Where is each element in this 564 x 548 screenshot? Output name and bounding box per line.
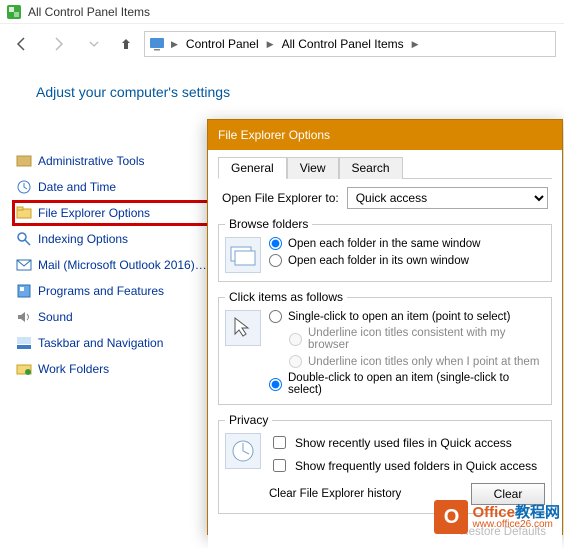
own-window-label: Open each folder in its own window: [288, 255, 469, 267]
own-window-radio[interactable]: [269, 254, 282, 267]
open-explorer-to-select[interactable]: Quick access: [347, 187, 548, 209]
cp-item-programs-features[interactable]: Programs and Features: [12, 278, 212, 304]
clock-icon: [16, 179, 32, 195]
window-title: All Control Panel Items: [28, 5, 150, 19]
folder-window-icon: [225, 237, 261, 273]
browse-folders-group: Browse folders Open each folder in the s…: [218, 217, 552, 282]
control-panel-small-icon: [149, 36, 165, 52]
cp-item-sound[interactable]: Sound: [12, 304, 212, 330]
window-titlebar: All Control Panel Items: [0, 0, 564, 24]
cp-item-label: Date and Time: [38, 180, 116, 194]
tab-view[interactable]: View: [287, 157, 339, 179]
underline-browser-radio: [289, 333, 302, 346]
click-items-legend: Click items as follows: [225, 290, 347, 304]
cp-item-label: Taskbar and Navigation: [38, 336, 163, 350]
control-panel-items-list: Administrative Tools Date and Time File …: [12, 148, 212, 382]
breadcrumb-control-panel[interactable]: Control Panel: [184, 37, 261, 51]
underline-point-label: Underline icon titles only when I point …: [308, 356, 539, 368]
cp-item-label: Mail (Microsoft Outlook 2016) (3: [38, 258, 208, 272]
cp-item-indexing-options[interactable]: Indexing Options: [12, 226, 212, 252]
cp-item-administrative-tools[interactable]: Administrative Tools: [12, 148, 212, 174]
frequent-folders-checkbox[interactable]: [273, 459, 286, 472]
up-button[interactable]: [116, 34, 136, 54]
cp-item-label: Indexing Options: [38, 232, 128, 246]
underline-point-radio: [289, 355, 302, 368]
recent-files-checkbox[interactable]: [273, 436, 286, 449]
chevron-right-icon[interactable]: ▶: [410, 39, 421, 50]
tab-search[interactable]: Search: [339, 157, 403, 179]
cp-item-date-time[interactable]: Date and Time: [12, 174, 212, 200]
navigation-bar: ▶ Control Panel ▶ All Control Panel Item…: [0, 24, 564, 64]
same-window-radio[interactable]: [269, 237, 282, 250]
clear-history-label: Clear File Explorer history: [269, 488, 461, 500]
chevron-right-icon[interactable]: ▶: [169, 39, 180, 50]
frequent-folders-label: Show frequently used folders in Quick ac…: [295, 459, 537, 473]
click-items-group: Click items as follows Single-click to o…: [218, 290, 552, 405]
search-icon: [16, 231, 32, 247]
chevron-right-icon[interactable]: ▶: [265, 39, 276, 50]
cp-item-label: Administrative Tools: [38, 154, 145, 168]
single-click-label: Single-click to open an item (point to s…: [288, 311, 510, 323]
open-explorer-to-label: Open File Explorer to:: [222, 191, 339, 205]
forward-button[interactable]: [44, 30, 72, 58]
breadcrumb-all-items[interactable]: All Control Panel Items: [280, 37, 406, 51]
taskbar-icon: [16, 335, 32, 351]
control-panel-icon: [6, 4, 22, 20]
same-window-label: Open each folder in the same window: [288, 238, 480, 250]
privacy-group: Privacy Show recently used files in Quic…: [218, 413, 552, 514]
cp-item-mail[interactable]: Mail (Microsoft Outlook 2016) (3: [12, 252, 212, 278]
cp-item-label: Programs and Features: [38, 284, 164, 298]
back-button[interactable]: [8, 30, 36, 58]
cp-item-label: File Explorer Options: [38, 206, 150, 220]
mail-icon: [16, 257, 32, 273]
admin-tools-icon: [16, 153, 32, 169]
work-folders-icon: [16, 361, 32, 377]
recent-files-label: Show recently used files in Quick access: [295, 436, 512, 450]
underline-browser-label: Underline icon titles consistent with my…: [308, 327, 545, 351]
privacy-legend: Privacy: [225, 413, 272, 427]
folder-options-icon: [16, 205, 32, 221]
page-heading: Adjust your computer's settings: [0, 64, 564, 116]
cursor-click-icon: [225, 310, 261, 346]
browse-folders-legend: Browse folders: [225, 217, 312, 231]
cp-item-work-folders[interactable]: Work Folders: [12, 356, 212, 382]
double-click-radio[interactable]: [269, 378, 282, 391]
recent-dropdown[interactable]: [80, 30, 108, 58]
double-click-label: Double-click to open an item (single-cli…: [288, 372, 545, 396]
tabs: General View Search: [218, 156, 552, 179]
tab-general[interactable]: General: [218, 157, 287, 179]
cp-item-file-explorer-options[interactable]: File Explorer Options: [12, 200, 212, 226]
cp-item-taskbar-navigation[interactable]: Taskbar and Navigation: [12, 330, 212, 356]
clear-button[interactable]: Clear: [471, 483, 545, 505]
privacy-icon: [225, 433, 261, 469]
cp-item-label: Work Folders: [38, 362, 109, 376]
file-explorer-options-dialog: File Explorer Options General View Searc…: [207, 119, 563, 535]
single-click-radio[interactable]: [269, 310, 282, 323]
dialog-title[interactable]: File Explorer Options: [208, 120, 562, 150]
programs-icon: [16, 283, 32, 299]
speaker-icon: [16, 309, 32, 325]
cp-item-label: Sound: [38, 310, 73, 324]
address-bar[interactable]: ▶ Control Panel ▶ All Control Panel Item…: [144, 31, 556, 57]
